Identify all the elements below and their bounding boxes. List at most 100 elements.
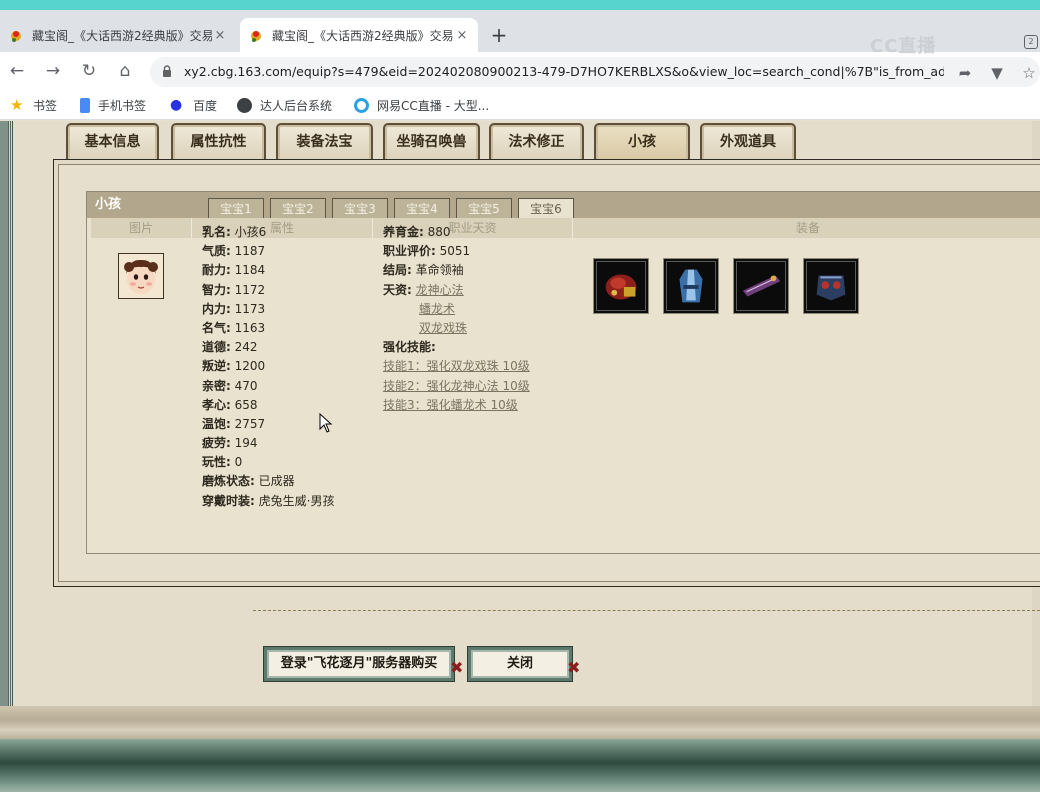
baby-tab-5[interactable]: 宝宝5 bbox=[456, 198, 512, 219]
equipment-slot-2[interactable] bbox=[663, 258, 719, 314]
forward-arrow-icon[interactable]: → bbox=[42, 60, 64, 82]
bookmarks-bar: ★ 书签 手机书签 ● 百度 达人后台系统 网易CC直播 - 大型... bbox=[0, 90, 1040, 120]
bookmark-mobile[interactable]: 手机书签 bbox=[80, 96, 146, 114]
close-button[interactable]: 关闭 bbox=[468, 647, 572, 681]
back-arrow-icon[interactable]: ← bbox=[6, 60, 28, 82]
url-text[interactable]: xy2.cbg.163.com/equip?s=479&eid=20240208… bbox=[184, 57, 944, 87]
cbg-favicon-icon bbox=[11, 31, 21, 42]
tab-spell-correction[interactable]: 法术修正 bbox=[489, 123, 584, 161]
rating-row: 职业评价: 5051 bbox=[383, 244, 471, 258]
reload-icon[interactable]: ↻ bbox=[78, 60, 100, 82]
browser-tab-2[interactable]: 藏宝阁_《大话西游2经典版》交易 × bbox=[240, 18, 478, 52]
baby-tab-1[interactable]: 宝宝1 bbox=[208, 198, 264, 219]
cc-live-icon bbox=[354, 97, 369, 113]
attr-row: 疲劳: 194 bbox=[202, 436, 258, 450]
skill-link[interactable]: 技能3：强化蟠龙术 10级 bbox=[383, 398, 518, 412]
fund-row: 养育金: 880 bbox=[383, 225, 451, 239]
red-knot-icon: ✖ bbox=[450, 658, 464, 677]
attr-row: 智力: 1172 bbox=[202, 283, 266, 297]
bookmark-cc[interactable]: 网易CC直播 - 大型... bbox=[354, 96, 489, 114]
equipment-slot-3[interactable] bbox=[733, 258, 789, 314]
skill-row: 技能2：强化龙神心法 10级 bbox=[383, 377, 530, 397]
child-face-icon bbox=[119, 254, 163, 298]
tab-appearance[interactable]: 外观道具 bbox=[700, 123, 796, 161]
baby-tab-2[interactable]: 宝宝2 bbox=[270, 198, 326, 219]
game-page: 基本信息 属性抗性 装备法宝 坐骑召唤兽 法术修正 小孩 外观道具 小孩 宝宝1… bbox=[0, 121, 1040, 792]
equipment-slot-4[interactable] bbox=[803, 258, 859, 314]
tab-child[interactable]: 小孩 bbox=[594, 123, 690, 161]
bookmark-star-icon[interactable]: ☆ bbox=[1020, 64, 1038, 82]
tab-basic-info[interactable]: 基本信息 bbox=[66, 123, 159, 161]
attr-row: 孝心: 658 bbox=[202, 398, 258, 412]
ending-row: 结局: 革命领袖 bbox=[383, 263, 464, 277]
bookmark-label: 达人后台系统 bbox=[260, 98, 333, 113]
blue-robe-icon bbox=[666, 261, 716, 311]
tab-mounts-summons[interactable]: 坐骑召唤兽 bbox=[383, 123, 480, 161]
attr-row: 温饱: 2757 bbox=[202, 417, 266, 431]
skill-row: 技能1：强化双龙戏珠 10级 bbox=[383, 357, 530, 377]
bookmark-label: 网易CC直播 - 大型... bbox=[377, 98, 490, 113]
install-icon[interactable]: ▼ bbox=[988, 64, 1006, 82]
attr-row: 磨炼状态: 已成器 bbox=[202, 474, 295, 488]
cbg-favicon-icon bbox=[251, 31, 261, 42]
dark-armor-icon bbox=[806, 261, 856, 311]
skill-header: 强化技能: bbox=[383, 340, 436, 354]
child-portrait bbox=[118, 253, 164, 299]
edge-e-icon bbox=[237, 97, 252, 113]
login-buy-button[interactable]: 登录"飞花逐月"服务器购买 bbox=[264, 647, 454, 681]
bookmark-baidu[interactable]: ● 百度 bbox=[170, 96, 217, 114]
tab-title: 藏宝阁_《大话西游2经典版》交易 bbox=[272, 28, 454, 43]
tab-close-icon[interactable]: × bbox=[212, 28, 228, 43]
share-icon[interactable]: ➦ bbox=[956, 64, 974, 82]
talent-row: 蟠龙术 bbox=[419, 300, 455, 320]
attr-row: 内力: 1173 bbox=[202, 302, 266, 316]
bookmark-star[interactable]: ★ 书签 bbox=[10, 96, 57, 114]
baby-tab-4[interactable]: 宝宝4 bbox=[394, 198, 450, 219]
red-treasure-icon bbox=[596, 261, 646, 311]
cc-live-watermark: CC直播 bbox=[870, 36, 937, 57]
attr-row: 道德: 242 bbox=[202, 340, 258, 354]
divider-dashed bbox=[253, 610, 1040, 611]
talent-row: 天资: 龙神心法 bbox=[383, 283, 464, 297]
home-icon[interactable]: ⌂ bbox=[114, 60, 136, 82]
tab-equipment[interactable]: 装备法宝 bbox=[276, 123, 373, 161]
attr-row: 玩性: 0 bbox=[202, 455, 243, 469]
attr-row: 名气: 1163 bbox=[202, 321, 266, 335]
talent-link[interactable]: 龙神心法 bbox=[416, 283, 464, 297]
baby-tab-6[interactable]: 宝宝6 bbox=[518, 198, 574, 219]
skill-link[interactable]: 技能2：强化龙神心法 10级 bbox=[383, 379, 530, 393]
attr-row: 穿戴时装: 虎兔生威·男孩 bbox=[202, 494, 335, 508]
bookmark-label: 手机书签 bbox=[98, 98, 147, 113]
tab-count-icon[interactable]: 2 bbox=[1024, 35, 1038, 49]
talent-link[interactable]: 双龙戏珠 bbox=[419, 321, 467, 335]
child-title: 小孩 bbox=[95, 197, 122, 212]
baidu-paw-icon: ● bbox=[170, 96, 183, 113]
talent-row: 双龙戏珠 bbox=[419, 319, 467, 339]
address-bar[interactable]: xy2.cbg.163.com/equip?s=479&eid=20240208… bbox=[150, 57, 1040, 87]
new-tab-button[interactable]: + bbox=[488, 24, 510, 46]
bookmark-label: 百度 bbox=[193, 98, 218, 113]
equipment-slot-1[interactable] bbox=[593, 258, 649, 314]
bookmark-label: 书签 bbox=[33, 98, 58, 113]
tab-close-icon[interactable]: × bbox=[454, 28, 470, 43]
browser-tab-1[interactable]: 藏宝阁_《大话西游2经典版》交易 × bbox=[0, 18, 236, 52]
attr-row: 叛逆: 1200 bbox=[202, 359, 266, 373]
baby-tab-3[interactable]: 宝宝3 bbox=[332, 198, 388, 219]
col-header-equipment: 装备 bbox=[573, 218, 1040, 238]
attr-row: 气质: 1187 bbox=[202, 244, 266, 258]
skill-row: 技能3：强化蟠龙术 10级 bbox=[383, 396, 518, 416]
talent-link[interactable]: 蟠龙术 bbox=[419, 302, 455, 316]
star-icon: ★ bbox=[10, 95, 24, 114]
red-knot-icon: ✖ bbox=[567, 658, 581, 677]
bookmark-daren[interactable]: 达人后台系统 bbox=[237, 96, 332, 114]
tab-attributes[interactable]: 属性抗性 bbox=[171, 123, 266, 161]
skill-link[interactable]: 技能1：强化双龙戏珠 10级 bbox=[383, 359, 530, 373]
col-header-image: 图片 bbox=[91, 218, 192, 238]
tab-title: 藏宝阁_《大话西游2经典版》交易 bbox=[32, 28, 212, 43]
attr-row: 乳名: 小孩6 bbox=[202, 225, 267, 239]
attr-row: 亲密: 470 bbox=[202, 379, 258, 393]
child-header-bar: 小孩 宝宝1 宝宝2 宝宝3 宝宝4 宝宝5 宝宝6 bbox=[87, 192, 1040, 219]
bottom-green-band bbox=[0, 739, 1040, 792]
child-info-box: 小孩 宝宝1 宝宝2 宝宝3 宝宝4 宝宝5 宝宝6 图片 属性 职业天资 装备 bbox=[86, 191, 1040, 554]
attr-row: 耐力: 1184 bbox=[202, 263, 266, 277]
